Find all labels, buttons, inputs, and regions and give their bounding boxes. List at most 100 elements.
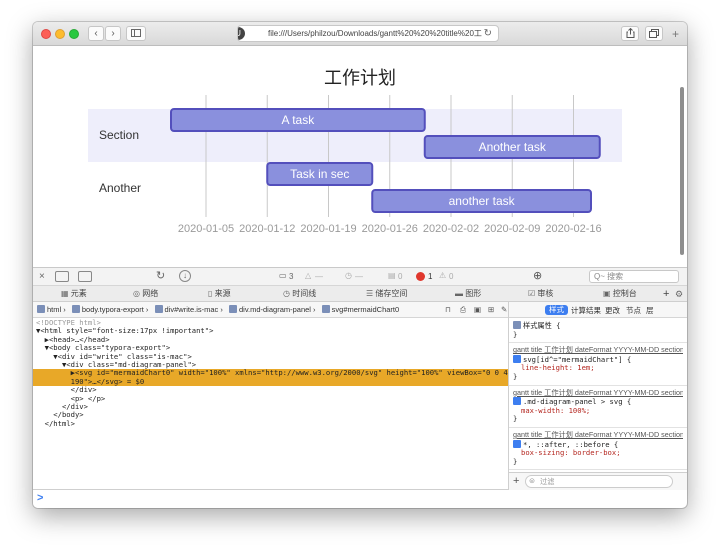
element-icon — [154, 305, 163, 313]
element-icon — [321, 305, 330, 313]
tick-label: 2020-02-16 — [545, 223, 601, 235]
dom-node-line[interactable]: </body> — [33, 410, 508, 419]
rule-icon — [513, 321, 521, 329]
task-label: A task — [282, 113, 316, 127]
dom-tree[interactable]: <!DOCTYPE html> ▼<html style="font-size:1… — [33, 318, 516, 489]
tab-sources[interactable]: ▯ 来源 — [208, 286, 231, 302]
target-icon[interactable]: ⊕ — [533, 269, 542, 282]
reload-icon[interactable]: ↻ — [484, 26, 492, 41]
minimize-window-button[interactable] — [55, 29, 65, 39]
sources-icon: ▯ — [208, 289, 213, 298]
element-icon — [71, 305, 80, 313]
breadcrumb-item[interactable]: svg#mermaidChart0 — [321, 302, 399, 318]
breadcrumb-item[interactable]: body.typora-export › — [71, 302, 148, 318]
layout-icon[interactable]: ⊓ — [445, 302, 451, 318]
share-icon — [626, 27, 634, 38]
tick-label: 2020-01-26 — [362, 223, 418, 235]
rule-source-link[interactable]: gantt title 工作计划 dateFormat YYYY-MM-DD s… — [513, 431, 683, 440]
add-rule-button[interactable]: + — [513, 475, 519, 487]
resource-count: 3 — [289, 272, 294, 281]
compositing-icon[interactable]: ⊞ — [488, 302, 494, 318]
close-window-button[interactable] — [41, 29, 51, 39]
css-rule[interactable]: gantt title 工作计划 dateFormat YYYY-MM-DD s… — [509, 386, 687, 428]
tick-label: 2020-01-05 — [178, 223, 234, 235]
tab-graphics[interactable]: ▬ 图形 — [455, 286, 481, 302]
rule-close: } — [513, 329, 518, 339]
css-rule[interactable]: 样式属性 {} — [509, 318, 687, 344]
error-icon[interactable] — [416, 272, 425, 281]
page-scrollbar[interactable] — [680, 87, 684, 255]
timeline-icon: ◷ — [283, 289, 290, 298]
tab-styles[interactable]: 样式 — [545, 305, 568, 315]
title-bar: ‹ › U file:///Users/philzou/Downloads/ga… — [33, 22, 687, 46]
devtools-tabs: ▦ 元素 ◎ 网络 ▯ 来源 ◷ 时间线 ☰ 储存空间 ▬ 图形 ☑ 审核 ▣ … — [33, 286, 687, 302]
dom-node-line[interactable]: 190">…</svg> = $0 — [33, 377, 508, 387]
settings-gear-icon[interactable]: ⚙ — [675, 286, 683, 302]
tab-elements[interactable]: ▦ 元素 — [61, 286, 87, 302]
forward-button[interactable]: › — [105, 26, 121, 41]
rule-close: } — [513, 414, 518, 424]
address-bar[interactable]: U file:///Users/philzou/Downloads/gantt%… — [237, 25, 499, 42]
gantt-chart: 工作计划 Section Another A task Another task T… — [88, 68, 622, 235]
download-icon[interactable]: ↓ — [179, 270, 191, 282]
undock-icon[interactable] — [55, 271, 69, 282]
css-property[interactable]: line-height: 1em; — [513, 364, 683, 373]
tab-computed[interactable]: 计算结果 — [571, 305, 601, 316]
tab-changes[interactable]: 更改 — [605, 305, 620, 316]
tabs-icon — [649, 29, 659, 38]
tab-timelines[interactable]: ◷ 时间线 — [283, 286, 316, 302]
filter-input[interactable]: 过滤 — [525, 475, 673, 488]
rule-source-link[interactable]: gantt title 工作计划 dateFormat YYYY-MM-DD s… — [513, 346, 683, 355]
pencil-icon[interactable]: ✎ — [501, 302, 507, 318]
dom-node-line[interactable]: <p> </p> — [33, 394, 508, 403]
close-devtools-icon[interactable]: × — [39, 271, 45, 282]
zoom-window-button[interactable] — [69, 29, 79, 39]
tick-label: 2020-01-12 — [239, 223, 295, 235]
task-label: another task — [449, 194, 516, 208]
rule-source-link[interactable]: gantt title 工作计划 dateFormat YYYY-MM-DD s… — [513, 389, 683, 398]
tab-storage[interactable]: ☰ 储存空间 — [366, 286, 407, 302]
graphics-icon: ▬ — [455, 289, 463, 298]
tab-audit[interactable]: ☑ 审核 — [528, 286, 553, 302]
css-rule[interactable]: gantt title 工作计划 dateFormat YYYY-MM-DD s… — [509, 343, 687, 386]
print-icon[interactable]: ⎙ — [460, 302, 466, 318]
sidebar-toggle-button[interactable] — [126, 26, 146, 41]
url-text: file:///Users/philzou/Downloads/gantt%20… — [268, 29, 482, 38]
dom-node-line[interactable]: </html> — [33, 419, 508, 428]
size-icon: △ — [305, 271, 312, 280]
share-button[interactable] — [621, 26, 639, 41]
breadcrumb-item[interactable]: div#write.is-mac › — [154, 302, 223, 318]
add-tab-button[interactable]: + — [663, 286, 669, 302]
breadcrumb-item[interactable]: div.md-diagram-panel › — [228, 302, 316, 318]
log-icon[interactable]: ▤ — [388, 271, 396, 280]
storage-icon: ☰ — [366, 289, 374, 298]
css-property[interactable]: max-width: 100%; — [513, 406, 683, 416]
tab-console[interactable]: ▣ 控制台 — [603, 286, 637, 302]
rule-selector: 样式属性 { — [523, 321, 561, 330]
css-rule[interactable]: gantt title 工作计划 dateFormat YYYY-MM-DD s… — [509, 428, 687, 471]
filter-bar: + 过滤 ⊜ — [509, 472, 687, 490]
clock-icon: ◷ — [345, 271, 352, 280]
element-icon — [37, 305, 45, 313]
console-prompt[interactable]: > — [33, 489, 508, 508]
rule-close: } — [513, 456, 518, 466]
dock-side-icon[interactable] — [78, 271, 92, 282]
tab-network[interactable]: ◎ 网络 — [133, 286, 158, 302]
warning-icon[interactable]: ⚠ — [439, 271, 446, 280]
tick-label: 2020-02-02 — [423, 223, 479, 235]
css-property[interactable]: box-sizing: border-box; — [513, 449, 683, 458]
new-tab-button[interactable]: + — [672, 27, 679, 41]
reload-page-icon[interactable]: ↻ — [156, 269, 165, 282]
back-button[interactable]: ‹ — [88, 26, 104, 41]
dom-breadcrumb: html › body.typora-export › div#write.is… — [33, 302, 508, 318]
devtools-search-input[interactable]: Q~ 搜索 — [589, 270, 679, 283]
tab-node[interactable]: 节点 — [626, 305, 641, 316]
size-value: — — [315, 272, 323, 281]
elements-icon: ▦ — [61, 289, 69, 298]
reader-badge-icon: U — [238, 27, 245, 40]
tabs-overview-button[interactable] — [645, 26, 663, 41]
dom-node-line[interactable]: </div> — [33, 402, 508, 411]
breadcrumb-item[interactable]: html › — [37, 302, 66, 318]
tab-layers[interactable]: 层 — [646, 305, 654, 316]
grid-overlay-icon[interactable]: ▣ — [474, 302, 481, 318]
